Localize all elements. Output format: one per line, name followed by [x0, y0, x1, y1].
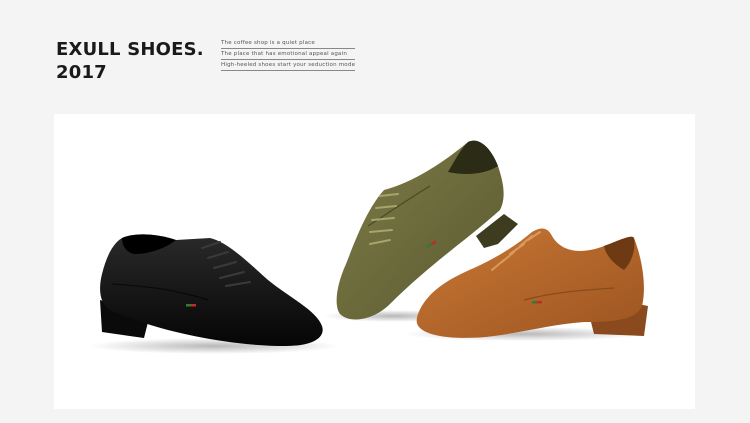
brand-title-line-1: EXULL SHOES.	[56, 39, 204, 60]
product-photo	[54, 114, 695, 409]
tagline-list: The coffee shop is a quiet place The pla…	[221, 39, 356, 72]
tagline-2: The place that has emotional appeal agai…	[221, 50, 356, 60]
black-shoe-stripe-red	[191, 304, 196, 307]
brand-title-line-2: 2017	[56, 62, 107, 83]
tagline-1: The coffee shop is a quiet place	[221, 39, 356, 49]
product-banner: EXULL SHOES. 2017 The coffee shop is a q…	[0, 0, 750, 423]
black-shoe-stripe-green	[186, 304, 191, 307]
black-shoe	[89, 234, 339, 354]
tagline-3: High-heeled shoes start your seduction m…	[221, 61, 356, 71]
brand-title: EXULL SHOES. 2017	[56, 38, 204, 84]
tan-shoe-stripe-red	[537, 301, 542, 304]
product-photo-svg	[89, 140, 648, 354]
tan-shoe-stripe-green	[532, 301, 537, 304]
